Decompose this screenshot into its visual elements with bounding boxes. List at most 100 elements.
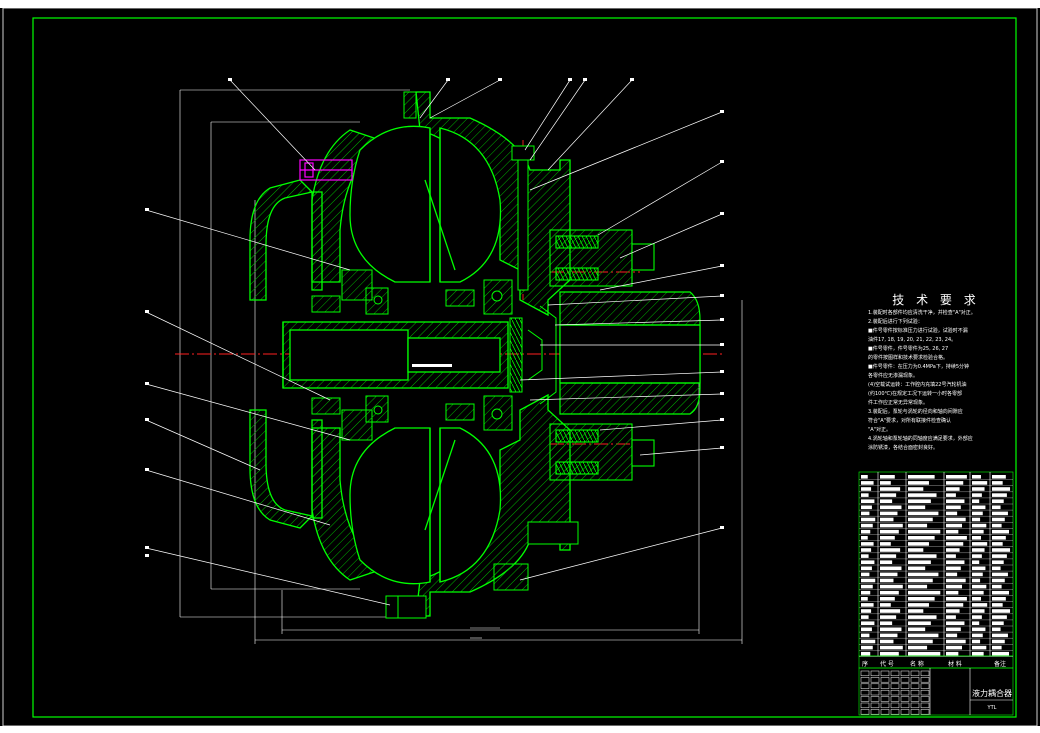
title-block-cell: [900, 689, 910, 696]
title-block-cell: [920, 670, 930, 677]
title-block-cell: [870, 709, 880, 715]
tech-note: ■件号零件：在压力为0.4MPa下，持续5分钟: [868, 364, 970, 370]
bom-cell: [946, 517, 966, 522]
bom-cell: [946, 499, 965, 503]
bom-cell: [992, 487, 1011, 491]
title-block-cell: [880, 696, 890, 702]
bom-cell: [972, 566, 986, 571]
bom-cell: [880, 578, 894, 583]
title-block-cell: [860, 683, 870, 689]
bom-cell: [861, 578, 876, 583]
bom-cell: [908, 627, 926, 632]
bom-cell: [972, 493, 982, 497]
title-block-cell: [900, 683, 910, 689]
tech-note: "A"对正。: [868, 427, 892, 433]
bom-cell: [972, 621, 980, 625]
bom-cell: [908, 493, 937, 497]
bom-cell: [908, 487, 924, 491]
bom-cell: [992, 609, 1011, 613]
bom-cell: [908, 523, 928, 528]
tech-note: 油件17, 18, 19, 20, 21, 22, 23, 24。: [868, 337, 957, 343]
bom-cell: [992, 651, 1009, 656]
bom-cell: [861, 499, 875, 503]
bom-cell: [861, 639, 876, 644]
bom-cell: [880, 542, 891, 546]
bom-cell: [972, 529, 984, 534]
bom-cell: [908, 548, 924, 552]
bom-cell: [861, 554, 869, 558]
bom-cell: [972, 523, 987, 528]
title-block-cell: [920, 709, 930, 715]
title-block-cell: [890, 670, 900, 677]
bom-cell: [861, 651, 871, 656]
bom-cell: [908, 511, 939, 516]
bom-cell: [992, 505, 1001, 510]
bom-cell: [880, 560, 893, 564]
bom-cell: [946, 487, 960, 491]
bom-cell: [992, 511, 1008, 516]
bom-cell: [972, 554, 982, 558]
bom-cell: [946, 578, 966, 583]
bom-cell: [861, 560, 875, 564]
bom-cell: [992, 548, 1011, 552]
title-block-cell: [880, 709, 890, 715]
bom-cell: [880, 529, 899, 534]
bom-cell: [880, 554, 897, 558]
bom-cell: [946, 590, 959, 595]
tech-requirements-title: 技 术 要 求: [892, 293, 980, 307]
bom-cell: [880, 523, 903, 528]
title-block-cell: [920, 696, 930, 702]
tech-note: 1.装配时各部件均应清洗干净，并检查"A"对正。: [868, 310, 976, 316]
bom-cell: [861, 542, 874, 546]
title-block-cell: [880, 689, 890, 696]
bom-cell: [972, 603, 988, 607]
bom-cell: [861, 505, 872, 510]
title-block-cell: [860, 677, 870, 683]
bom-cell: [880, 493, 897, 497]
bom-cell: [972, 633, 983, 638]
bom-cell: [880, 475, 895, 479]
bom-cell: [992, 542, 1003, 546]
title-block-cell: [910, 689, 920, 696]
bom-cell: [861, 487, 872, 491]
bom-cell: [908, 536, 935, 540]
bom-cell: [908, 475, 935, 479]
bom-cell: [908, 542, 929, 546]
title-block-cell: [890, 683, 900, 689]
bom-cell: [992, 621, 1004, 625]
bom-cell: [908, 517, 933, 522]
bom-cell: [908, 566, 926, 571]
bom-cell: [972, 505, 986, 510]
bom-cell: [992, 499, 1004, 503]
title-block-cell: [870, 683, 880, 689]
tech-requirements-notes: 1.装配时各部件均应清洗干净，并检查"A"对正。 2.装配后进行下列试验： ■件…: [868, 309, 1016, 453]
input-shaft: [282, 321, 509, 389]
bom-cell: [861, 584, 873, 589]
bom-cell: [992, 645, 1002, 650]
title-block-cell: [880, 683, 890, 689]
bom-cell: [861, 548, 872, 552]
bom-cell: [946, 505, 961, 510]
tech-note: (约100℃)在规定工况下运转一小时各零部: [868, 391, 963, 397]
bom-cell: [946, 511, 958, 516]
bom-cell: [992, 590, 1009, 595]
tech-note: 各零件应无渗漏现象。: [868, 373, 919, 379]
bom-cell: [992, 578, 1005, 583]
bom-cell: [861, 621, 875, 625]
bom-cell: [972, 597, 981, 601]
title-block-cell: [920, 677, 930, 683]
bom-cell: [908, 590, 941, 595]
bom-cell: [861, 615, 869, 619]
bom-cell: [992, 475, 1006, 479]
bom-cell: [908, 481, 929, 485]
bom-header-code: 代 号: [880, 661, 894, 668]
title-block-cell: [890, 696, 900, 702]
bom-cell: [880, 645, 903, 650]
bom-cell: [946, 572, 958, 577]
title-block-cell: [910, 670, 920, 677]
bom-cell: [880, 511, 898, 516]
bom-cell: [908, 621, 931, 625]
title-block-cell: [900, 670, 910, 677]
bom-cell: [880, 590, 899, 595]
bom-cell: [946, 548, 960, 552]
